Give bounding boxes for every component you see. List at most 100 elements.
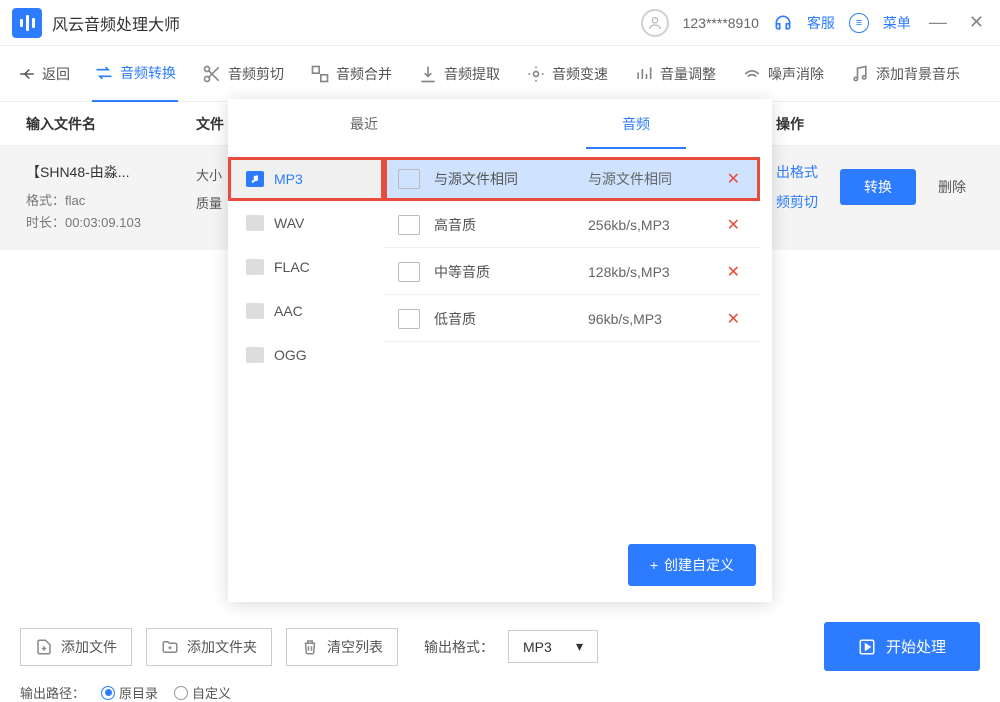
tab-label: 音频提取 bbox=[444, 64, 500, 84]
tab-bgmusic[interactable]: 添加背景音乐 bbox=[848, 46, 962, 102]
back-button[interactable]: 返回 bbox=[18, 64, 70, 84]
file-icon bbox=[246, 303, 264, 319]
source-icon bbox=[398, 262, 420, 282]
quality-name: 高音质 bbox=[434, 215, 574, 235]
remove-quality-button[interactable]: ✕ bbox=[721, 169, 746, 189]
tab-label: 噪声消除 bbox=[768, 64, 824, 84]
tab-merge[interactable]: 音频合并 bbox=[308, 46, 394, 102]
create-custom-label: 创建自定义 bbox=[664, 555, 734, 575]
source-icon bbox=[398, 309, 420, 329]
music-note-icon bbox=[246, 171, 264, 187]
clip-link[interactable]: 频剪切 bbox=[776, 192, 818, 212]
col-ops: 操作 bbox=[776, 114, 974, 134]
plus-icon: + bbox=[650, 557, 658, 573]
add-file-button[interactable]: 添加文件 bbox=[20, 628, 132, 666]
quality-name: 低音质 bbox=[434, 309, 574, 329]
back-label: 返回 bbox=[42, 64, 70, 84]
format-ogg[interactable]: OGG bbox=[228, 333, 384, 377]
speed-icon bbox=[526, 64, 546, 84]
add-folder-button[interactable]: 添加文件夹 bbox=[146, 628, 272, 666]
menu-icon[interactable]: ≡ bbox=[849, 13, 869, 33]
trash-icon bbox=[301, 638, 319, 656]
tab-denoise[interactable]: 噪声消除 bbox=[740, 46, 826, 102]
minimize-button[interactable]: — bbox=[925, 12, 951, 33]
avatar-icon[interactable] bbox=[641, 9, 669, 37]
support-link[interactable]: 客服 bbox=[807, 13, 835, 33]
format-label: FLAC bbox=[274, 259, 310, 275]
file-format: 格式：flac bbox=[26, 190, 196, 212]
quality-value: 128kb/s,MP3 bbox=[588, 264, 707, 280]
file-duration: 时长：00:03:09.103 bbox=[26, 212, 196, 234]
file-plus-icon bbox=[35, 638, 53, 656]
format-flac[interactable]: FLAC bbox=[228, 245, 384, 289]
convert-icon bbox=[94, 63, 114, 83]
bottom-bar: 添加文件 添加文件夹 清空列表 输出格式： MP3 ▾ 开始处理 输出路径： 原… bbox=[0, 614, 1000, 698]
app-logo bbox=[12, 8, 42, 38]
remove-quality-button[interactable]: ✕ bbox=[721, 215, 746, 235]
scissors-icon bbox=[202, 64, 222, 84]
create-custom-button[interactable]: + 创建自定义 bbox=[628, 544, 756, 586]
output-format-link[interactable]: 出格式 bbox=[776, 162, 818, 182]
quality-value: 与源文件相同 bbox=[588, 169, 707, 189]
delete-link[interactable]: 删除 bbox=[938, 177, 966, 197]
quality-same-as-source[interactable]: 与源文件相同 与源文件相同 ✕ bbox=[384, 157, 760, 201]
quality-low[interactable]: 低音质 96kb/s,MP3 ✕ bbox=[384, 297, 760, 342]
quality-value: 96kb/s,MP3 bbox=[588, 311, 707, 327]
tab-volume[interactable]: 音量调整 bbox=[632, 46, 718, 102]
title-bar: 风云音频处理大师 123****8910 客服 ≡ 菜单 — ✕ bbox=[0, 0, 1000, 46]
radio-custom[interactable]: 自定义 bbox=[174, 683, 231, 702]
remove-quality-button[interactable]: ✕ bbox=[721, 262, 746, 282]
out-format-select[interactable]: MP3 ▾ bbox=[508, 630, 598, 663]
folder-plus-icon bbox=[161, 638, 179, 656]
toolbar: 返回 音频转换 音频剪切 音频合并 音频提取 音频变速 音量调整 噪声消除 添加… bbox=[0, 46, 1000, 102]
out-path-label: 输出路径： bbox=[20, 683, 85, 702]
quality-medium[interactable]: 中等音质 128kb/s,MP3 ✕ bbox=[384, 250, 760, 295]
format-label: MP3 bbox=[274, 171, 303, 187]
merge-icon bbox=[310, 64, 330, 84]
user-id[interactable]: 123****8910 bbox=[683, 15, 759, 31]
extract-icon bbox=[418, 64, 438, 84]
dd-tab-recent[interactable]: 最近 bbox=[228, 99, 500, 149]
tab-label: 音频剪切 bbox=[228, 64, 284, 84]
tab-label: 添加背景音乐 bbox=[876, 64, 960, 84]
quality-name: 中等音质 bbox=[434, 262, 574, 282]
tab-label: 音量调整 bbox=[660, 64, 716, 84]
format-aac[interactable]: AAC bbox=[228, 289, 384, 333]
tab-speed[interactable]: 音频变速 bbox=[524, 46, 610, 102]
menu-link[interactable]: 菜单 bbox=[883, 13, 911, 33]
add-folder-label: 添加文件夹 bbox=[187, 637, 257, 657]
quality-list: 与源文件相同 与源文件相同 ✕ 高音质 256kb/s,MP3 ✕ 中等音质 1… bbox=[384, 149, 772, 528]
source-icon bbox=[398, 215, 420, 235]
radio-original[interactable]: 原目录 bbox=[101, 683, 158, 702]
tab-convert[interactable]: 音频转换 bbox=[92, 46, 178, 102]
file-icon bbox=[246, 259, 264, 275]
quality-name: 与源文件相同 bbox=[434, 169, 574, 189]
close-button[interactable]: ✕ bbox=[965, 12, 988, 33]
clear-list-button[interactable]: 清空列表 bbox=[286, 628, 398, 666]
tab-label: 音频变速 bbox=[552, 64, 608, 84]
source-icon bbox=[398, 169, 420, 189]
quality-high[interactable]: 高音质 256kb/s,MP3 ✕ bbox=[384, 203, 760, 248]
start-button[interactable]: 开始处理 bbox=[824, 622, 980, 671]
tab-cut[interactable]: 音频剪切 bbox=[200, 46, 286, 102]
app-title: 风云音频处理大师 bbox=[52, 11, 180, 35]
chevron-down-icon: ▾ bbox=[576, 638, 583, 655]
quality-value: 256kb/s,MP3 bbox=[588, 217, 707, 233]
arrow-left-icon bbox=[18, 65, 36, 83]
format-wav[interactable]: WAV bbox=[228, 201, 384, 245]
format-label: OGG bbox=[274, 347, 307, 363]
format-label: WAV bbox=[274, 215, 304, 231]
wifi-icon bbox=[742, 64, 762, 84]
tab-extract[interactable]: 音频提取 bbox=[416, 46, 502, 102]
dd-tab-audio[interactable]: 音频 bbox=[500, 99, 772, 149]
out-format-label: 输出格式： bbox=[424, 637, 494, 657]
tab-label: 音频合并 bbox=[336, 64, 392, 84]
col-name: 输入文件名 bbox=[26, 114, 196, 134]
file-title: 【SHN48-由淼... bbox=[26, 162, 196, 182]
remove-quality-button[interactable]: ✕ bbox=[721, 309, 746, 329]
play-icon bbox=[858, 638, 876, 656]
volume-icon bbox=[634, 64, 654, 84]
convert-button[interactable]: 转换 bbox=[840, 169, 916, 205]
format-mp3[interactable]: MP3 bbox=[228, 157, 384, 201]
headset-icon[interactable] bbox=[773, 13, 793, 33]
